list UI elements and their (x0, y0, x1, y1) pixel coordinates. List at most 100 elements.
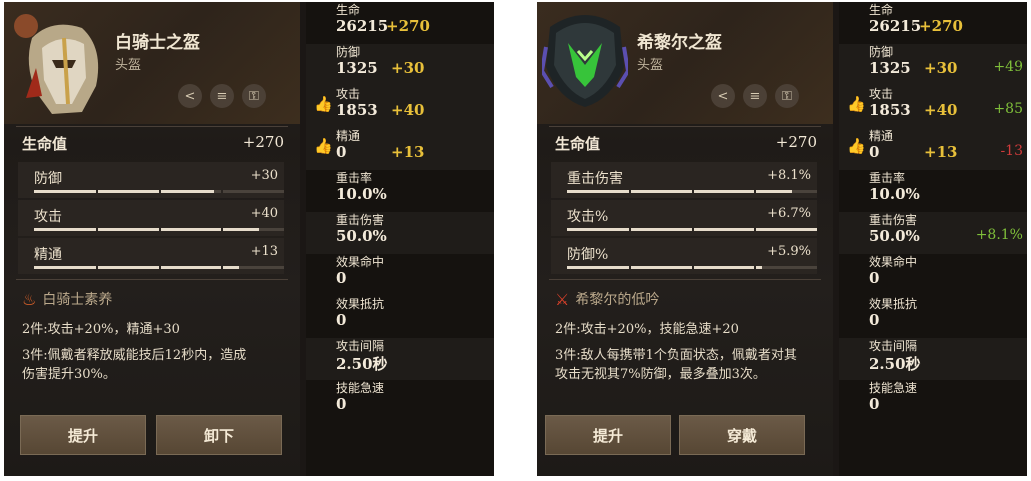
share-icon[interactable]: < (711, 84, 735, 108)
equip-button[interactable]: 穿戴 (679, 415, 805, 455)
helmet-portrait-icon (539, 7, 631, 109)
substat-row: 防御 +30 (18, 162, 284, 198)
set-bonus-3: 3件:敌人每携带1个负面状态，佩戴者对其攻击无视其7%防御，最多叠加3次。 (555, 348, 797, 382)
stat-row: 👍 攻击 1853 +40 (306, 86, 494, 128)
stat-name: 精通 (869, 129, 894, 143)
substat-bar (34, 266, 284, 269)
stat-base: 26215 (869, 17, 922, 35)
substat-label: 防御% (567, 247, 609, 263)
upgrade-button[interactable]: 提升 (545, 415, 671, 455)
stat-base: 0 (869, 395, 880, 413)
stat-name: 技能急速 (336, 381, 385, 395)
item-header: 白骑士之盔 头盔 < ≡ ⚿ (4, 2, 300, 124)
set-title: ⚔ 希黎尔的低吟 (555, 289, 659, 309)
stack-icon[interactable]: ≡ (210, 84, 234, 108)
stat-row: 重击伤害 50.0% +8.1% (839, 212, 1027, 254)
lock-icon[interactable]: ⚿ (775, 84, 799, 108)
stat-name: 生命 (869, 3, 894, 17)
substat-row: 重击伤害 +8.1% (551, 162, 817, 198)
main-stat-value: +270 (775, 133, 817, 151)
substat-row: 防御% +5.9% (551, 238, 817, 274)
thumbs-up-icon: 👍 (314, 137, 333, 155)
sword-icon: ⚔ (555, 289, 570, 309)
stat-base: 2.50秒 (869, 355, 921, 373)
stat-row: 👍 攻击 1853 +40 +85 (839, 86, 1027, 128)
main-stat-label: 生命值 (22, 135, 68, 153)
stat-row: 技能急速 0 (306, 380, 494, 422)
upgrade-button[interactable]: 提升 (20, 415, 146, 455)
stat-plus: +13 (924, 143, 958, 161)
stat-row: 重击率 10.0% (306, 170, 494, 212)
substat-label: 精通 (34, 247, 62, 263)
item-header: 希黎尔之盔 头盔 < ≡ ⚿ (537, 2, 833, 124)
stat-base: 1853 (336, 101, 378, 119)
substat-row: 精通 +13 (18, 238, 284, 274)
stat-row: 效果抵抗 0 (306, 296, 494, 338)
stat-name: 重击伤害 (336, 213, 385, 227)
stat-name: 精通 (336, 129, 361, 143)
item-card: 白骑士之盔 头盔 < ≡ ⚿ 生命值 +270 防御 +30 攻击 +40 精通… (4, 2, 300, 476)
substat-row: 攻击% +6.7% (551, 200, 817, 236)
stat-name: 效果抵抗 (336, 297, 385, 311)
stat-row: 生命 26215 +270 (306, 2, 494, 44)
stat-name: 攻击间隔 (869, 339, 918, 353)
header-actions: < ≡ ⚿ (178, 84, 266, 108)
stat-name: 攻击间隔 (336, 339, 385, 353)
main-stat-label: 生命值 (555, 135, 601, 153)
substat-value: +13 (250, 244, 278, 259)
substat-bar (34, 190, 284, 193)
stat-name: 防御 (336, 45, 361, 59)
set-bonus-2: 2件:攻击+20%，精通+30 (22, 322, 180, 337)
stat-row: 重击率 10.0% (839, 170, 1027, 212)
stat-row: 重击伤害 50.0% (306, 212, 494, 254)
stats-column: 生命 26215 +270 防御 1325 +30 👍 攻击 1853 +40 … (306, 2, 494, 476)
substat-label: 攻击 (34, 209, 62, 225)
stat-name: 攻击 (336, 87, 361, 101)
stat-base: 1325 (869, 59, 911, 77)
lock-icon[interactable]: ⚿ (242, 84, 266, 108)
stat-diff: +49 (993, 59, 1023, 75)
stat-row: 防御 1325 +30 (306, 44, 494, 86)
main-stat-value: +270 (242, 133, 284, 151)
stat-base: 0 (869, 269, 880, 287)
stat-name: 防御 (869, 45, 894, 59)
substat-row: 攻击 +40 (18, 200, 284, 236)
stat-base: 0 (336, 311, 347, 329)
item-name: 白骑士之盔 (115, 33, 200, 53)
item-type: 头盔 (115, 58, 142, 73)
stat-row: 👍 精通 0 +13 (306, 128, 494, 170)
stat-name: 重击率 (336, 171, 373, 185)
helmet-portrait-icon (12, 8, 108, 120)
stat-row: 生命 26215 +270 (839, 2, 1027, 44)
stat-row: 👍 精通 0 +13 -13 (839, 128, 1027, 170)
item-card: 希黎尔之盔 头盔 < ≡ ⚿ 生命值 +270 重击伤害 +8.1% 攻击% +… (537, 2, 833, 476)
substat-value: +40 (250, 206, 278, 221)
equipment-panel-right: 希黎尔之盔 头盔 < ≡ ⚿ 生命值 +270 重击伤害 +8.1% 攻击% +… (537, 2, 1027, 476)
stats-column: 生命 26215 +270 防御 1325 +30 +49 👍 攻击 1853 … (839, 2, 1027, 476)
stack-icon[interactable]: ≡ (743, 84, 767, 108)
unequip-button[interactable]: 卸下 (156, 415, 282, 455)
stat-base: 1325 (336, 59, 378, 77)
stat-plus: +30 (391, 59, 425, 77)
stat-name: 效果命中 (869, 255, 918, 269)
stat-row: 效果抵抗 0 (839, 296, 1027, 338)
set-name: 希黎尔的低吟 (575, 292, 660, 308)
main-stat: 生命值 +270 (22, 133, 284, 154)
main-stat: 生命值 +270 (555, 133, 817, 154)
set-name: 白骑士素养 (42, 292, 113, 308)
stat-row: 效果命中 0 (839, 254, 1027, 296)
divider (549, 126, 821, 127)
stat-plus: +270 (386, 17, 430, 35)
stat-base: 1853 (869, 101, 911, 119)
divider (16, 126, 288, 127)
divider (549, 279, 821, 280)
thumbs-up-icon: 👍 (314, 95, 333, 113)
header-actions: < ≡ ⚿ (711, 84, 799, 108)
stat-name: 效果抵抗 (869, 297, 918, 311)
stat-name: 攻击 (869, 87, 894, 101)
stat-base: 50.0% (336, 227, 387, 245)
substat-label: 重击伤害 (567, 171, 623, 187)
stat-base: 0 (869, 143, 880, 161)
share-icon[interactable]: < (178, 84, 202, 108)
substat-label: 防御 (34, 171, 62, 187)
